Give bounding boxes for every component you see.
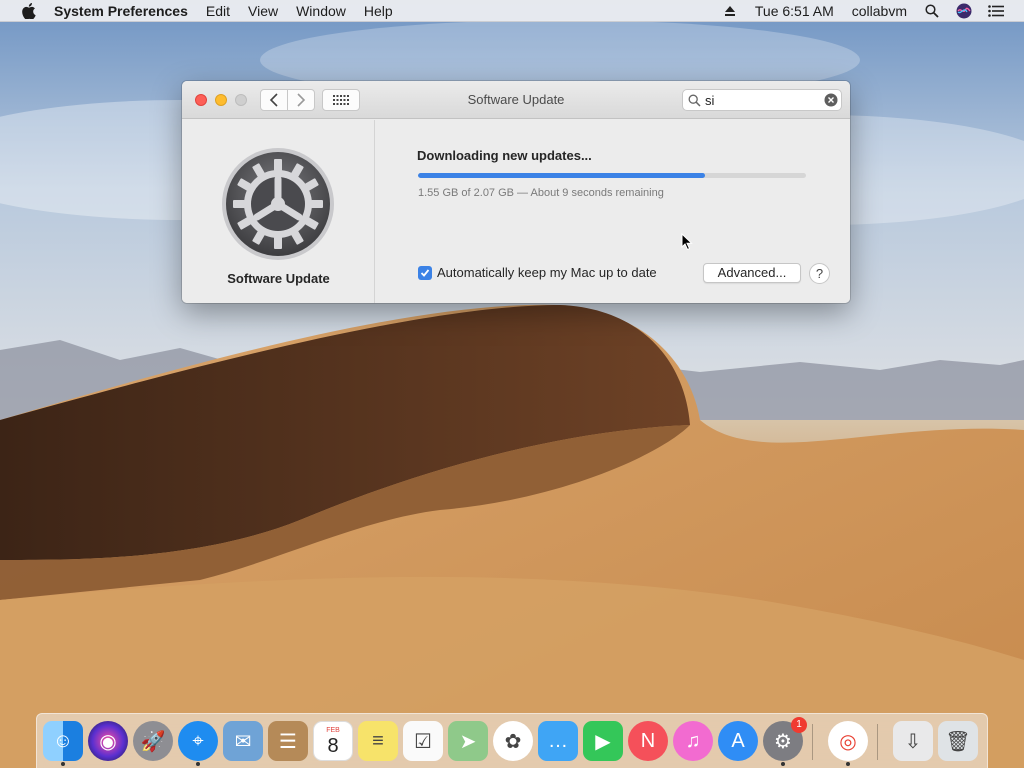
trash-icon[interactable]: 🗑: [938, 721, 978, 761]
siri-icon-glyph: ◉: [99, 730, 117, 753]
menu-window[interactable]: Window: [287, 0, 355, 22]
siri-icon[interactable]: ◉: [88, 721, 128, 761]
siri-menubar-icon[interactable]: [954, 0, 974, 22]
safari-icon-glyph: ⌖: [192, 729, 204, 752]
app-store-icon-glyph: A: [731, 729, 745, 752]
calendar-day: 8: [327, 734, 339, 757]
calendar-month: FEB: [326, 726, 340, 734]
dock-separator: [877, 724, 878, 760]
clear-search-icon[interactable]: [821, 93, 841, 107]
menu-app-name[interactable]: System Preferences: [54, 0, 197, 22]
search-input[interactable]: [705, 92, 821, 108]
reminders-icon[interactable]: ☑: [403, 721, 443, 761]
software-update-gear-icon: [221, 147, 335, 266]
advanced-button[interactable]: Advanced...: [703, 263, 801, 283]
downloads-stack-icon[interactable]: ⇩: [893, 721, 933, 761]
menu-edit[interactable]: Edit: [197, 0, 239, 22]
dock-separator: [812, 724, 813, 760]
menu-help[interactable]: Help: [355, 0, 402, 22]
chrome-icon[interactable]: ◎: [828, 721, 868, 761]
messages-icon-glyph: …: [548, 729, 568, 752]
chrome-icon-glyph: ◎: [839, 730, 857, 753]
download-progress-fill: [418, 173, 706, 178]
news-icon-glyph: N: [640, 729, 656, 752]
trash-icon-glyph: 🗑: [945, 730, 971, 753]
notification-badge: 1: [791, 717, 807, 733]
itunes-icon-glyph: ♫: [685, 729, 701, 752]
search-icon: [683, 94, 705, 107]
download-progress-detail: 1.55 GB of 2.07 GB — About 9 seconds rem…: [418, 187, 664, 199]
checkmark-icon: [420, 268, 430, 277]
dock: ☺ ◉ 🚀 ⌖ ✉ ☰ FEB 8 ≡ ☑ ➤ ✿ … ▶ N ♫ A ⚙ 1 ◎ ⇩ 🗑: [36, 713, 988, 768]
pane-name-label: Software Update: [227, 271, 330, 286]
launchpad-icon-glyph: 🚀: [140, 730, 166, 753]
software-update-window: Software Update si Software Update Downl…: [182, 81, 850, 303]
maps-icon[interactable]: ➤: [448, 721, 488, 761]
running-indicator: [196, 762, 200, 766]
maps-icon-glyph: ➤: [459, 730, 477, 753]
photos-icon[interactable]: ✿: [493, 721, 533, 761]
downloads-stack-icon-glyph: ⇩: [904, 730, 922, 753]
running-indicator: [781, 762, 785, 766]
auto-update-option[interactable]: Automatically keep my Mac up to date: [418, 265, 657, 280]
system-preferences-icon-glyph: ⚙: [774, 730, 792, 753]
help-button[interactable]: ?: [809, 263, 830, 284]
notes-icon[interactable]: ≡: [358, 721, 398, 761]
news-icon[interactable]: N: [628, 721, 668, 761]
finder-icon-glyph: ☺: [52, 729, 74, 752]
auto-update-checkbox[interactable]: [418, 265, 432, 280]
reminders-icon-glyph: ☑: [414, 730, 432, 753]
contacts-icon-glyph: ☰: [279, 730, 297, 753]
mouse-pointer-icon: [681, 232, 693, 256]
calendar-icon[interactable]: FEB 8: [313, 721, 353, 761]
photos-icon-glyph: ✿: [504, 730, 522, 753]
mail-icon-glyph: ✉: [234, 730, 252, 753]
facetime-icon-glyph: ▶: [595, 730, 611, 753]
window-titlebar[interactable]: Software Update: [182, 81, 850, 119]
notification-center-icon[interactable]: [986, 0, 1006, 22]
menubar-user[interactable]: collabvm: [843, 0, 916, 22]
launchpad-icon[interactable]: 🚀: [133, 721, 173, 761]
messages-icon[interactable]: …: [538, 721, 578, 761]
apple-menu-icon[interactable]: [18, 2, 40, 19]
pane-summary: Software Update: [182, 120, 375, 303]
menu-bar: System Preferences Edit View Window Help…: [0, 0, 1024, 22]
itunes-icon[interactable]: ♫: [673, 721, 713, 761]
app-store-icon[interactable]: A: [718, 721, 758, 761]
mail-icon[interactable]: ✉: [223, 721, 263, 761]
update-status-pane: Downloading new updates... 1.55 GB of 2.…: [376, 120, 850, 303]
facetime-icon[interactable]: ▶: [583, 721, 623, 761]
download-progress-bar: [418, 173, 806, 178]
eject-icon[interactable]: [720, 0, 740, 22]
search-field[interactable]: [682, 89, 842, 111]
safari-icon[interactable]: ⌖: [178, 721, 218, 761]
menubar-clock[interactable]: Tue 6:51 AM: [746, 0, 843, 22]
system-preferences-icon[interactable]: ⚙ 1: [763, 717, 807, 761]
spotlight-search-icon[interactable]: [922, 0, 942, 22]
download-status-title: Downloading new updates...: [417, 148, 592, 163]
notes-icon-glyph: ≡: [372, 729, 384, 752]
auto-update-label[interactable]: Automatically keep my Mac up to date: [437, 265, 657, 280]
finder-icon[interactable]: ☺: [43, 721, 83, 761]
running-indicator: [61, 762, 65, 766]
contacts-icon[interactable]: ☰: [268, 721, 308, 761]
menu-view[interactable]: View: [239, 0, 287, 22]
running-indicator: [846, 762, 850, 766]
